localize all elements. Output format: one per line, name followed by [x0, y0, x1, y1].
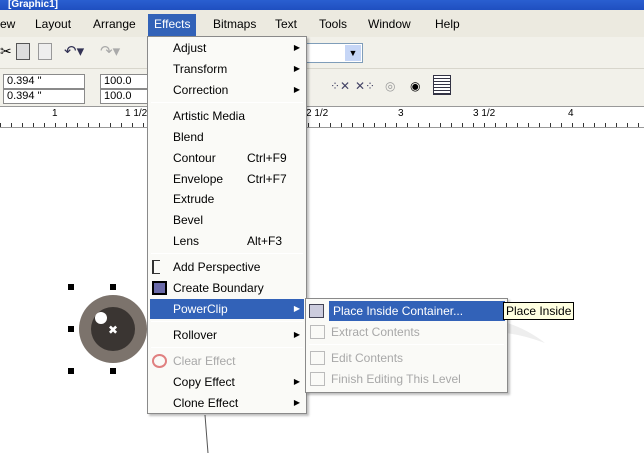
menu-arrange[interactable]: Arrange [87, 14, 142, 36]
standard-toolbar: ✂ ↶▾ ↷▾ ▼ [0, 37, 644, 69]
ruler-label: 1 1/2 [125, 108, 148, 119]
ruler-label: 4 [568, 108, 574, 119]
undo-icon[interactable]: ↶▾ [64, 42, 84, 60]
selection-handle[interactable] [110, 368, 116, 374]
selection-handle[interactable] [68, 326, 74, 332]
selection-handle[interactable] [68, 284, 74, 290]
menu-item-create-boundary[interactable]: Create Boundary [150, 278, 304, 298]
menu-item-correction[interactable]: Correction ▶ [150, 80, 304, 100]
menu-item-blend[interactable]: Blend [150, 127, 304, 147]
menu-effects[interactable]: Effects [148, 14, 197, 36]
powerclip-submenu: Place Inside Container... Extract Conten… [305, 298, 508, 393]
menu-view[interactable]: ew [0, 14, 21, 36]
menu-item-contour[interactable]: Contour Ctrl+F9 [150, 148, 304, 168]
tooltip: Place Inside [503, 302, 575, 320]
menu-window[interactable]: Window [362, 14, 417, 36]
menu-separator [309, 344, 504, 345]
menu-separator [151, 347, 303, 348]
properties-icon[interactable]: ◉ [410, 79, 420, 93]
menu-item-extract-contents: Extract Contents [308, 322, 505, 342]
menu-item-powerclip[interactable]: PowerClip ▶ [150, 299, 304, 319]
paste-icon[interactable] [38, 43, 52, 60]
menu-item-envelope[interactable]: Envelope Ctrl+F7 [150, 169, 304, 189]
menu-item-rollover[interactable]: Rollover ▶ [150, 325, 304, 345]
scale-y-field[interactable]: 100.0 [100, 89, 148, 104]
selection-handle[interactable] [68, 368, 74, 374]
ruler-ticks [0, 123, 644, 127]
menu-separator [151, 321, 303, 322]
ruler-label: 2 1/2 [306, 108, 329, 119]
ruler-label: 3 [398, 108, 404, 119]
place-inside-icon [309, 304, 324, 318]
menu-item-transform[interactable]: Transform ▶ [150, 59, 304, 79]
menu-item-adjust[interactable]: Adjust ▶ [150, 38, 304, 58]
menu-item-clone-effect[interactable]: Clone Effect ▶ [150, 393, 304, 413]
submenu-arrow-icon: ▶ [293, 330, 300, 339]
menu-item-edit-contents: Edit Contents [308, 348, 505, 368]
copy-icon[interactable] [16, 43, 30, 60]
window-title: [Graphic1] [8, 0, 59, 10]
clear-effect-icon [152, 354, 167, 368]
text-wrap-icon[interactable] [433, 75, 451, 95]
menu-item-finish-editing: Finish Editing This Level [308, 369, 505, 389]
submenu-arrow-icon: ▶ [293, 398, 300, 407]
ruler-label: 1 [52, 108, 58, 119]
property-bar: 0.394 " 0.394 " 100.0 100.0 ⁘✕ ✕⁘ ◎ ◉ [0, 69, 644, 106]
title-bar: [Graphic1] [0, 0, 644, 10]
position-x-field[interactable]: 0.394 " [3, 74, 85, 89]
submenu-arrow-icon: ▶ [293, 304, 300, 313]
extract-icon [310, 325, 325, 339]
menu-layout[interactable]: Layout [29, 14, 77, 36]
menu-text[interactable]: Text [269, 14, 303, 36]
menu-bar: ew Layout Arrange Effects Bitmaps Text T… [0, 10, 644, 37]
highlight-dot [95, 312, 107, 324]
submenu-arrow-icon: ▶ [293, 64, 300, 73]
effects-menu: Adjust ▶ Transform ▶ Correction ▶ Artistic … [147, 36, 307, 414]
menu-item-clear-effect: Clear Effect [150, 351, 304, 371]
center-mark-icon: ✖ [108, 323, 118, 337]
horizontal-ruler: 1 1 1/2 2 1/2 3 3 1/2 4 [0, 106, 644, 128]
menu-bitmaps[interactable]: Bitmaps [207, 14, 262, 36]
convert-icon[interactable]: ◎ [385, 79, 395, 93]
zoom-dropdown[interactable]: ▼ [300, 43, 363, 63]
menu-item-copy-effect[interactable]: Copy Effect ▶ [150, 372, 304, 392]
finish-editing-icon [310, 372, 325, 386]
submenu-arrow-icon: ▶ [293, 377, 300, 386]
menu-item-extrude[interactable]: Extrude [150, 189, 304, 209]
redo-icon[interactable]: ↷▾ [100, 42, 120, 60]
ruler-label: 3 1/2 [473, 108, 496, 119]
position-y-field[interactable]: 0.394 " [3, 89, 85, 104]
menu-item-place-inside-container[interactable]: Place Inside Container... [307, 301, 505, 321]
menu-help[interactable]: Help [429, 14, 466, 36]
menu-separator [151, 102, 303, 103]
menu-separator [151, 253, 303, 254]
menu-item-lens[interactable]: Lens Alt+F3 [150, 231, 304, 251]
edit-contents-icon [310, 351, 325, 365]
submenu-arrow-icon: ▶ [293, 43, 300, 52]
trim-icon[interactable]: ✕⁘ [355, 79, 375, 93]
intersect-icon[interactable]: ⁘✕ [330, 79, 350, 93]
menu-tools[interactable]: Tools [313, 14, 353, 36]
selection-handle[interactable] [110, 284, 116, 290]
menu-item-add-perspective[interactable]: Add Perspective [150, 257, 304, 277]
menu-item-bevel[interactable]: Bevel [150, 210, 304, 230]
chevron-down-icon[interactable]: ▼ [345, 45, 361, 61]
line-object [204, 414, 209, 453]
drawing-canvas[interactable]: ✖ [0, 128, 644, 453]
menu-item-artistic-media[interactable]: Artistic Media [150, 106, 304, 126]
scale-x-field[interactable]: 100.0 [100, 74, 148, 89]
boundary-icon [152, 281, 167, 295]
submenu-arrow-icon: ▶ [293, 85, 300, 94]
perspective-icon [152, 260, 160, 274]
cut-icon[interactable]: ✂ [0, 43, 12, 60]
